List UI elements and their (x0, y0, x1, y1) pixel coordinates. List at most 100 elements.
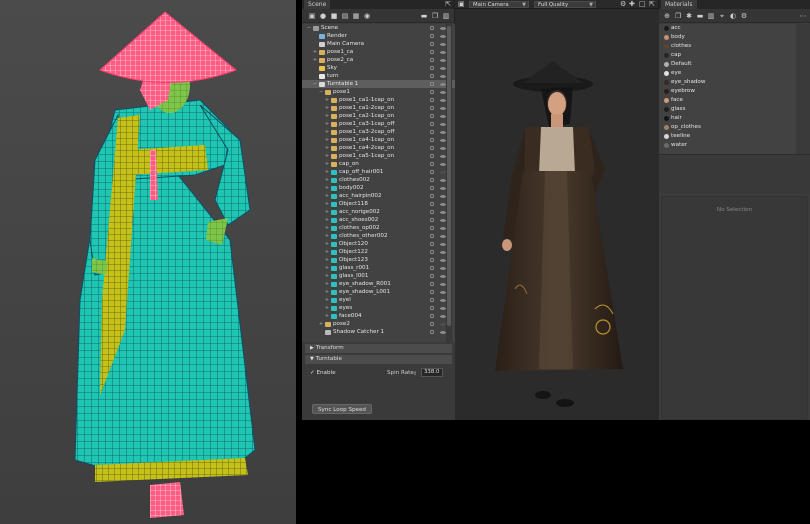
material-item[interactable]: Default (659, 60, 796, 69)
tree-item[interactable]: + clothes002 (302, 176, 455, 184)
material-item[interactable]: op_clothes (659, 123, 796, 132)
expand-icon[interactable]: + (324, 288, 330, 296)
scene-tab[interactable]: Scene (304, 0, 331, 9)
material-item[interactable]: eyebrow (659, 87, 796, 96)
more-icon[interactable]: ⋯ (799, 12, 807, 20)
quality-select[interactable]: Full Quality ▼ (534, 1, 596, 8)
wireframe-viewport[interactable] (0, 0, 296, 524)
tree-item[interactable]: − Turntable 1 (302, 80, 455, 88)
lock-icon[interactable] (430, 330, 434, 334)
folder-icon[interactable]: ▬ (696, 12, 704, 20)
sync-loop-speed-button[interactable]: Sync Loop Speed (312, 404, 372, 414)
expand-icon[interactable]: + (324, 232, 330, 240)
pick-icon[interactable]: ⌖ (718, 12, 726, 20)
tree-item[interactable]: + pose1_ca2-1cap_on (302, 112, 455, 120)
tree-item[interactable]: + Object120 (302, 240, 455, 248)
tree-item[interactable]: + eyel (302, 296, 455, 304)
enable-checkbox[interactable]: ✓ Enable (310, 370, 336, 376)
tree-item[interactable]: + pose1_ca3-1cap_off (302, 120, 455, 128)
tree-item[interactable]: + cap_on (302, 160, 455, 168)
lock-icon[interactable] (430, 58, 434, 62)
expand-icon[interactable]: + (312, 48, 318, 56)
material-icon[interactable]: ◉ (363, 12, 371, 20)
transfer-icon[interactable]: ✱ (685, 12, 693, 20)
camera-icon[interactable]: ▣ (458, 0, 465, 8)
camera-icon[interactable]: ■ (330, 12, 338, 20)
duplicate-icon[interactable]: ❐ (431, 12, 439, 20)
tree-item[interactable]: + pose2 (302, 320, 455, 328)
tree-item[interactable]: + acc_hairpin002 (302, 192, 455, 200)
folder-icon[interactable]: ▬ (420, 12, 428, 20)
expand-icon[interactable]: + (324, 104, 330, 112)
expand-icon[interactable]: + (324, 240, 330, 248)
expand-icon[interactable]: + (324, 312, 330, 320)
tree-item[interactable]: + Object118 (302, 200, 455, 208)
lock-icon[interactable] (430, 322, 434, 326)
expand-icon[interactable]: + (324, 136, 330, 144)
expand-icon[interactable]: + (324, 272, 330, 280)
tree-item[interactable]: + glass_r001 (302, 264, 455, 272)
lock-icon[interactable] (430, 250, 434, 254)
delete-icon[interactable]: ▥ (707, 12, 715, 20)
tree-item[interactable]: + body002 (302, 184, 455, 192)
collapse-icon[interactable]: − (318, 88, 324, 96)
turntable-section-header[interactable]: ▼ Turntable (305, 355, 452, 364)
frame-icon[interactable]: □ (639, 0, 646, 8)
tree-item[interactable]: + pose1_ca (302, 48, 455, 56)
lock-icon[interactable] (430, 74, 434, 78)
expand-icon[interactable]: + (324, 224, 330, 232)
collapse-icon[interactable]: − (306, 24, 312, 32)
settings-icon[interactable]: ⚙ (740, 12, 748, 20)
lock-icon[interactable] (430, 138, 434, 142)
material-item[interactable]: cap (659, 51, 796, 60)
material-item[interactable]: body (659, 33, 796, 42)
expand-icon[interactable]: + (324, 96, 330, 104)
lock-icon[interactable] (430, 194, 434, 198)
expand-icon[interactable]: + (318, 320, 324, 328)
add-material-icon[interactable]: ⊕ (663, 12, 671, 20)
tree-item[interactable]: + pose1_ca4-1cap_on (302, 136, 455, 144)
lock-icon[interactable] (430, 42, 434, 46)
material-item[interactable]: glass (659, 105, 796, 114)
tree-item[interactable]: + pose1_ca5-1cap_on (302, 152, 455, 160)
lock-icon[interactable] (430, 226, 434, 230)
tree-item[interactable]: + clothes_other002 (302, 232, 455, 240)
move-icon[interactable]: ✚ (629, 0, 635, 8)
lock-icon[interactable] (430, 258, 434, 262)
tree-item[interactable]: + face004 (302, 312, 455, 320)
expand-icon[interactable]: + (324, 264, 330, 272)
popout-icon[interactable]: ⇱ (649, 0, 655, 8)
spinner-arrows-icon[interactable]: ⇕ (413, 371, 417, 377)
expand-icon[interactable]: + (324, 144, 330, 152)
tree-item[interactable]: Shadow Catcher 1 (302, 328, 455, 336)
spin-rate-input[interactable]: 338.0 (421, 368, 443, 377)
lock-icon[interactable] (430, 290, 434, 294)
render-viewport[interactable]: ▣ Main Camera ▼ Full Quality ▼ ⚙ ✚ □ ⇱ (455, 0, 659, 420)
material-item[interactable]: eye_shadow (659, 78, 796, 87)
expand-icon[interactable]: + (324, 120, 330, 128)
lock-icon[interactable] (430, 282, 434, 286)
lock-icon[interactable] (430, 162, 434, 166)
tree-item[interactable]: + acc_norige002 (302, 208, 455, 216)
popout-icon[interactable]: ⇱ (445, 0, 451, 8)
expand-icon[interactable]: + (324, 256, 330, 264)
lock-icon[interactable] (430, 242, 434, 246)
lock-icon[interactable] (430, 34, 434, 38)
lock-icon[interactable] (430, 170, 434, 174)
tree-item[interactable]: Main Camera (302, 40, 455, 48)
tree-item[interactable]: + Object123 (302, 256, 455, 264)
expand-icon[interactable]: + (324, 184, 330, 192)
tree-item[interactable]: + eyes (302, 304, 455, 312)
material-item[interactable]: hair (659, 114, 796, 123)
tree-item[interactable]: + pose1_ca1-1cap_on (302, 96, 455, 104)
material-item[interactable]: eye (659, 69, 796, 78)
lock-icon[interactable] (430, 306, 434, 310)
lock-icon[interactable] (430, 154, 434, 158)
lock-icon[interactable] (430, 314, 434, 318)
add-object-icon[interactable]: ▣ (308, 12, 316, 20)
lock-icon[interactable] (430, 266, 434, 270)
tree-item[interactable]: Render (302, 32, 455, 40)
tree-item[interactable]: + cap_off_hair001 (302, 168, 455, 176)
materials-scrollbar[interactable] (796, 24, 810, 154)
lock-icon[interactable] (430, 26, 434, 30)
